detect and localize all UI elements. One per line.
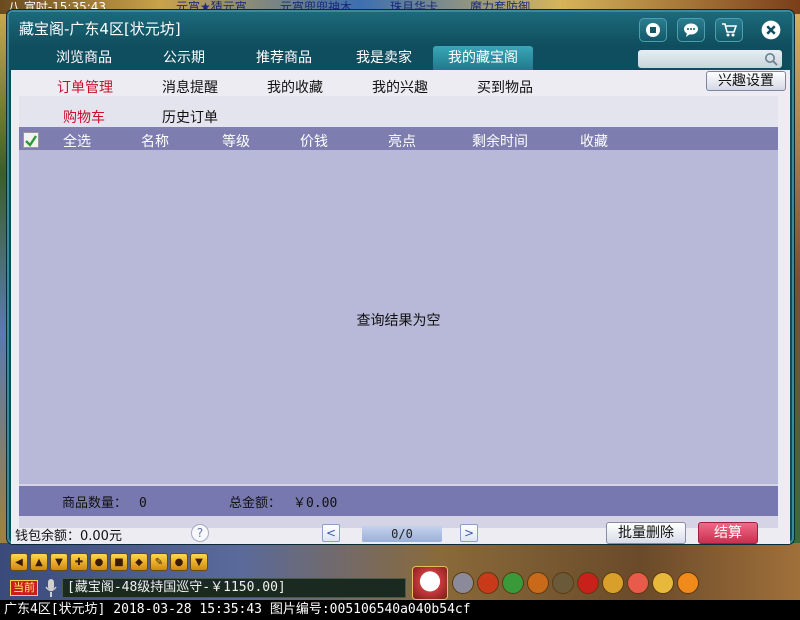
lock-icon[interactable]: ◆ [130, 553, 148, 571]
game-right-edge [794, 14, 800, 544]
header-highlight: 亮点 [388, 134, 416, 150]
arrow-left-icon[interactable]: ◀ [10, 553, 28, 571]
header-price: 价钱 [300, 134, 328, 150]
total-amount-label: 总金额： [229, 496, 282, 511]
stop-icon [646, 23, 660, 37]
note-icon[interactable]: ■ [110, 553, 128, 571]
subnav-messages[interactable]: 消息提醒 [162, 77, 218, 97]
hud-toolbar: ◀ ▲ ▼ ✚ ● ■ ◆ ✎ ● ▼ [10, 553, 208, 571]
search-input[interactable] [638, 50, 782, 68]
subnav-purchased[interactable]: 买到物品 [477, 77, 533, 97]
chat-channel-button[interactable]: 当前 [10, 580, 38, 596]
sword-icon[interactable] [452, 572, 474, 594]
chat-bubble-icon [684, 23, 698, 37]
item-count: 商品数量： 0 [62, 492, 147, 511]
prev-page-button[interactable]: < [322, 524, 340, 542]
chat-input[interactable]: [藏宝阁-48级持国巡守-￥1150.00] [62, 578, 406, 598]
quick-items [452, 572, 699, 594]
header-favorite: 收藏 [580, 134, 608, 150]
header-level: 等级 [222, 134, 250, 150]
stop-button[interactable] [639, 18, 667, 42]
help-icon[interactable]: ? [191, 524, 209, 542]
page-indicator: 0/0 [362, 526, 442, 542]
treasure-chest-icon[interactable] [477, 572, 499, 594]
status-bar: 广东4区[状元坊] 2018-03-28 15:35:43 图片编号:00510… [0, 600, 800, 620]
total-amount: 总金额： ￥0.00 [229, 492, 337, 511]
header-name: 名称 [141, 134, 169, 150]
window-title: 藏宝阁-广东4区[状元坊] [19, 20, 181, 38]
item-count-label: 商品数量： [62, 496, 128, 511]
dropdown-icon[interactable]: ▼ [190, 553, 208, 571]
next-page-button[interactable]: > [460, 524, 478, 542]
tab-seller[interactable]: 我是卖家 [339, 46, 429, 70]
content-panel: 订单管理 消息提醒 我的收藏 我的兴趣 买到物品 兴趣设置 购物车 历史订单 全… [11, 70, 790, 544]
magnifier-icon[interactable]: ● [90, 553, 108, 571]
brush-icon[interactable]: ✎ [150, 553, 168, 571]
total-amount-value: ￥0.00 [293, 496, 338, 511]
header-remaining-time: 剩余时间 [472, 134, 528, 150]
interest-settings-button[interactable]: 兴趣设置 [706, 71, 786, 91]
bulk-delete-button[interactable]: 批量删除 [606, 522, 686, 544]
lantern-icon[interactable] [652, 572, 674, 594]
bell-icon[interactable] [602, 572, 624, 594]
footer-bar: 钱包余额：0.00元 ? < 0/0 > 批量删除 结算 [11, 522, 790, 544]
subtab-cart[interactable]: 购物车 [63, 107, 105, 127]
order-subtabs: 购物车 历史订单 [19, 96, 778, 130]
peach-icon[interactable] [627, 572, 649, 594]
cart-button[interactable] [715, 18, 743, 42]
arrow-down-icon[interactable]: ▼ [50, 553, 68, 571]
move-icon[interactable]: ✚ [70, 553, 88, 571]
close-button[interactable] [757, 18, 785, 42]
results-list: 查询结果为空 [19, 150, 778, 484]
treasure-pavilion-window: 藏宝阁-广东4区[状元坊] 浏览商品 公示期 推荐商品 我是卖家 我的藏宝阁 订… [7, 10, 794, 544]
subnav-orders[interactable]: 订单管理 [57, 77, 113, 97]
checkmark-icon [25, 135, 37, 147]
header-select-all[interactable]: 全选 [63, 131, 91, 151]
pet-avatar[interactable] [412, 566, 448, 600]
microphone-icon[interactable] [44, 578, 58, 598]
cart-icon [722, 23, 737, 37]
order-area: 购物车 历史订单 全选 名称 等级 价钱 亮点 剩余时间 收藏 查询结果为空 商… [19, 96, 778, 528]
smiley-icon[interactable] [677, 572, 699, 594]
item-count-value: 0 [139, 496, 147, 511]
chat-button[interactable] [677, 18, 705, 42]
cart-summary: 商品数量： 0 总金额： ￥0.00 [19, 486, 778, 516]
tab-browse[interactable]: 浏览商品 [39, 46, 129, 70]
close-icon [761, 20, 781, 40]
orb-icon[interactable] [527, 572, 549, 594]
select-all-checkbox[interactable] [23, 132, 39, 148]
search-icon[interactable] [764, 52, 778, 66]
tab-public[interactable]: 公示期 [139, 46, 229, 70]
tab-my-pavilion[interactable]: 我的藏宝阁 [433, 46, 533, 70]
arrow-up-icon[interactable]: ▲ [30, 553, 48, 571]
subnav-favorites[interactable]: 我的收藏 [267, 77, 323, 97]
gift-icon[interactable] [577, 572, 599, 594]
checkout-button[interactable]: 结算 [698, 522, 758, 544]
title-bar[interactable]: 藏宝阁-广东4区[状元坊] [9, 12, 792, 46]
main-tabs: 浏览商品 公示期 推荐商品 我是卖家 我的藏宝阁 [9, 46, 792, 70]
empty-message: 查询结果为空 [356, 313, 441, 329]
tab-recommended[interactable]: 推荐商品 [239, 46, 329, 70]
subtab-history[interactable]: 历史订单 [162, 107, 218, 127]
subnav-interests[interactable]: 我的兴趣 [372, 77, 428, 97]
table-header: 全选 名称 等级 价钱 亮点 剩余时间 收藏 [19, 130, 778, 150]
tool-icon[interactable] [552, 572, 574, 594]
game-screen: 八 宣吋-15:35:43 元宵★猜元宵 元宵兜兜神木 珠月华卡 魔力套防御 藏… [0, 0, 800, 620]
wallet-balance: 钱包余额：0.00元 [15, 529, 122, 544]
orb-icon[interactable] [502, 572, 524, 594]
speech-icon[interactable]: ● [170, 553, 188, 571]
